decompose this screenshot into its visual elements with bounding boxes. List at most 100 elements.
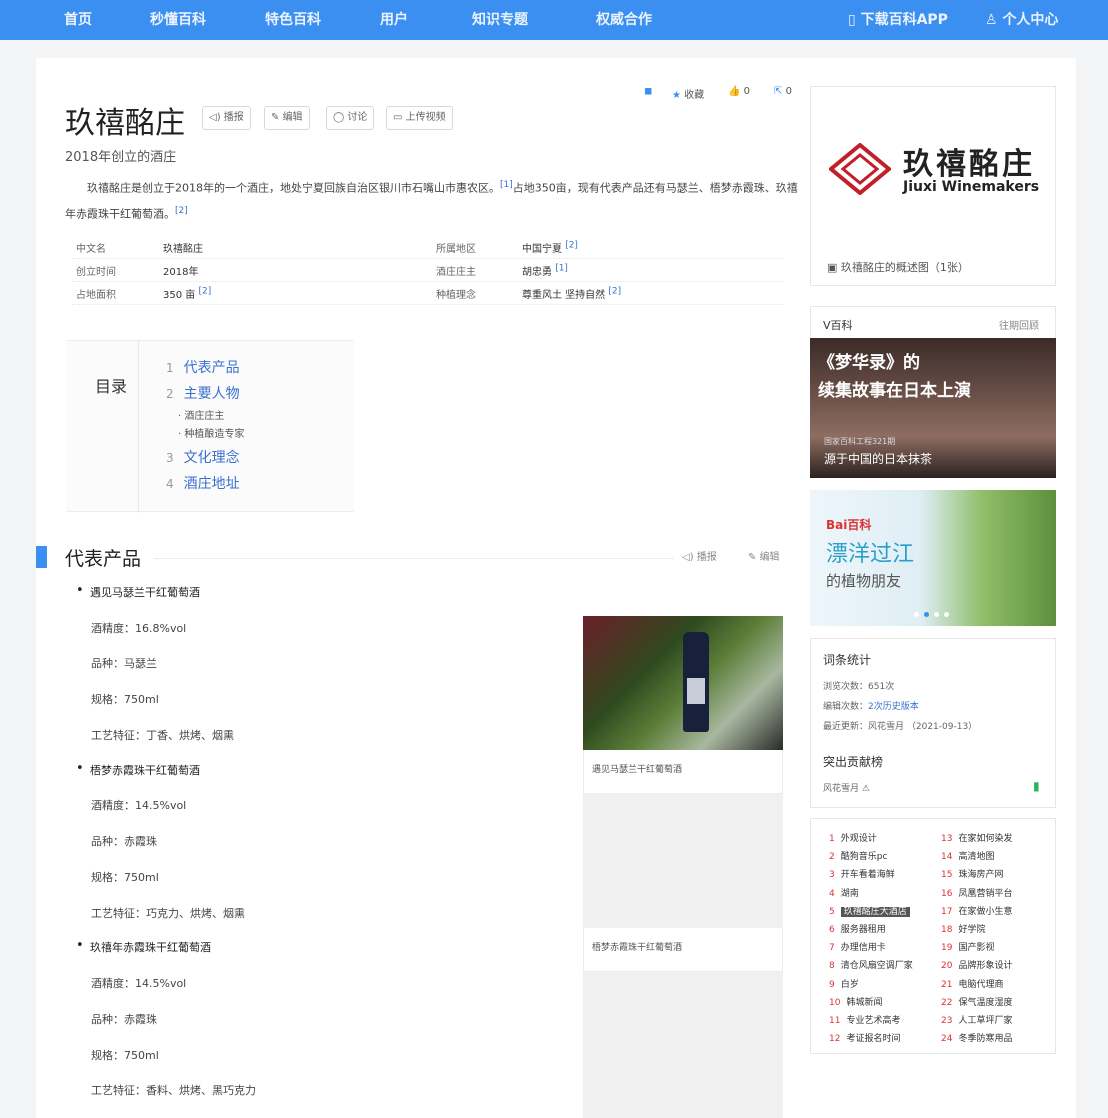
hot-rank-item[interactable]: 1 外观设计 — [829, 831, 877, 844]
album-link[interactable]: ▣ 玖禧酩庄的概述图（1张） — [827, 259, 969, 275]
hot-rank-item[interactable]: 22 保气温度湿度 — [941, 995, 1012, 1008]
hot-rank-number: 14 — [941, 852, 953, 863]
promo-banner[interactable]: Bai百科 漂洋过江 的植物朋友 — [810, 490, 1056, 626]
product-image-placeholder[interactable] — [583, 972, 783, 1118]
hot-rank-item[interactable]: 7 办理信用卡 — [829, 940, 886, 953]
download-app-link[interactable]: ▯ 下载百科APP — [848, 0, 948, 40]
nav-item-miaodong[interactable]: 秒懂百科 — [150, 0, 206, 40]
toc-subitem[interactable]: · 种植酿造专家 — [178, 425, 244, 440]
reference-link[interactable]: [2] — [175, 206, 188, 216]
hot-rank-item[interactable]: 13 在家如何染发 — [941, 831, 1012, 844]
hot-rank-item[interactable]: 23 人工草坪厂家 — [941, 1013, 1012, 1026]
like-button[interactable]: 👍 0 — [728, 86, 750, 97]
toc-item[interactable]: 4 酒庄地址 — [166, 473, 240, 493]
reference-link[interactable]: [2] — [608, 287, 621, 297]
hot-rank-item[interactable]: 18 好学院 — [941, 922, 985, 935]
reference-link[interactable]: [1] — [500, 180, 513, 190]
section-header: 代表产品 ◁) 播报 ✎ 编辑 — [36, 546, 796, 574]
hot-rank-label: 玖禧酩庄大酒店 — [840, 906, 910, 917]
upload-video-button[interactable]: ▭ 上传视频 — [386, 106, 453, 130]
product-image-placeholder[interactable] — [583, 794, 783, 928]
info-value: 尊重风土 坚持自然 [2] — [522, 286, 621, 301]
nav-item-special[interactable]: 特色百科 — [265, 0, 321, 40]
hot-rank-item[interactable]: 10 韩城新闻 — [829, 995, 882, 1008]
broadcast-label: 播报 — [223, 112, 244, 123]
discuss-button[interactable]: ◯ 讨论 — [326, 106, 375, 130]
collect-button[interactable]: ★ 收藏 — [672, 86, 704, 101]
product-attribute: 规格：750ml — [91, 1049, 159, 1062]
hot-rank-item[interactable]: 14 高清地图 — [941, 849, 994, 862]
vbaike-banner[interactable]: 《梦华录》的 续集故事在日本上演 国家百科工程321期 源于中国的日本抹茶 — [810, 338, 1056, 478]
section-edit-button[interactable]: ✎ 编辑 — [748, 548, 780, 563]
edit-button[interactable]: ✎ 编辑 — [264, 106, 310, 130]
vbaike-title: V百科 — [823, 319, 853, 332]
history-version-link[interactable]: 2次历史版本 — [868, 702, 919, 712]
winery-logo-icon — [829, 143, 891, 195]
hot-rank-label: 在家做小生意 — [958, 906, 1013, 917]
hot-rank-item[interactable]: 19 国产影视 — [941, 940, 994, 953]
carousel-dot[interactable] — [934, 612, 939, 617]
hot-rank-item[interactable]: 6 服务器租用 — [829, 922, 886, 935]
hot-rank-item[interactable]: 17 在家做小生意 — [941, 904, 1012, 917]
nav-item-cooperation[interactable]: 权威合作 — [596, 0, 652, 40]
toc-item-number: 4 — [166, 477, 174, 491]
hot-rank-item[interactable]: 12 考证报名时间 — [829, 1031, 900, 1044]
toc-item[interactable]: 2 主要人物 — [166, 383, 240, 403]
hot-rank-item[interactable]: 2 酷狗音乐pc — [829, 849, 887, 862]
product-attribute: 品种：马瑟兰 — [91, 657, 157, 670]
hot-rank-label: 凤凰营销平台 — [958, 888, 1013, 899]
bookmark-icon[interactable]: ◼ — [644, 86, 652, 97]
toc-item-number: 3 — [166, 451, 174, 465]
share-button[interactable]: ⇱ 0 — [774, 86, 792, 97]
video-icon: ▭ — [393, 112, 406, 123]
hot-rank-item[interactable]: 21 电脑代理商 — [941, 977, 1003, 990]
hot-rank-item[interactable]: 15 珠海房产网 — [941, 867, 1003, 880]
toc-item[interactable]: 3 文化理念 — [166, 447, 240, 467]
nav-item-topics[interactable]: 知识专题 — [472, 0, 528, 40]
toc-item[interactable]: 1 代表产品 — [166, 357, 240, 377]
carousel-dot[interactable] — [924, 612, 929, 617]
reference-link[interactable]: [2] — [198, 287, 211, 297]
product-attribute: 品种：赤霞珠 — [91, 1013, 157, 1026]
summary-image-card[interactable]: 玖禧酩庄 Jiuxi Winemakers ▣ 玖禧酩庄的概述图（1张） — [810, 86, 1056, 286]
info-row: 占地面积 350 亩 [2] 种植理念 尊重风土 坚持自然 [2] — [72, 282, 784, 305]
hot-rank-item[interactable]: 4 湖南 — [829, 886, 859, 899]
section-play-button[interactable]: ◁) 播报 — [682, 548, 717, 563]
info-value: 胡忠勇 [1] — [522, 263, 568, 278]
hot-rank-label: 清仓风扇空调厂家 — [840, 961, 913, 972]
hot-rank-item[interactable]: 3 开车看着海鲜 — [829, 867, 895, 880]
product-name: 遇见马瑟兰干红葡萄酒 — [76, 583, 200, 600]
broadcast-button[interactable]: ◁) 播报 — [202, 106, 251, 130]
hot-rank-label: 白岁 — [840, 979, 859, 990]
hot-rank-item[interactable]: 20 品牌形象设计 — [941, 958, 1012, 971]
hot-rank-item[interactable]: 24 冬季防寒用品 — [941, 1031, 1012, 1044]
star-icon: ★ — [672, 90, 681, 101]
hot-rank-label: 高清地图 — [958, 852, 995, 863]
hot-rank-item[interactable]: 16 凤凰营销平台 — [941, 886, 1012, 899]
hot-rank-label: 湖南 — [840, 888, 859, 899]
carousel-dot[interactable] — [944, 612, 949, 617]
toc-subitem[interactable]: · 酒庄庄主 — [178, 407, 224, 422]
top-nav-bar: 首页 秒懂百科 特色百科 用户 知识专题 权威合作 ▯ 下载百科APP ♙ 个人… — [0, 0, 1108, 40]
carousel-dot[interactable] — [914, 612, 919, 617]
hot-rank-number: 16 — [941, 888, 953, 899]
info-key: 酒庄庄主 — [436, 267, 476, 278]
hot-rank-item[interactable]: 11 专业艺术高考 — [829, 1013, 900, 1026]
contributor-row[interactable]: 风花雪月 ⚠ — [823, 781, 870, 794]
contributor-title: 突出贡献榜 — [823, 755, 884, 769]
reference-link[interactable]: [2] — [565, 241, 578, 251]
product-photo[interactable] — [583, 616, 783, 750]
hot-rank-item[interactable]: 5 玖禧酩庄大酒店 — [829, 904, 910, 917]
hot-rank-item[interactable]: 8 清仓风扇空调厂家 — [829, 958, 913, 971]
hot-rank-item[interactable]: 9 白岁 — [829, 977, 859, 990]
info-key: 中文名 — [76, 244, 106, 255]
hot-rank-number: 22 — [941, 997, 953, 1008]
collect-label: 收藏 — [684, 90, 705, 101]
info-value-text[interactable]: 胡忠勇 — [522, 267, 552, 278]
user-center-link[interactable]: ♙ 个人中心 — [985, 0, 1058, 40]
hot-rank-number: 9 — [829, 979, 835, 990]
vbaike-more-link[interactable]: 往期回顾 — [999, 317, 1039, 332]
nav-item-home[interactable]: 首页 — [64, 0, 92, 40]
nav-item-user[interactable]: 用户 — [380, 0, 408, 40]
reference-link[interactable]: [1] — [555, 264, 568, 274]
